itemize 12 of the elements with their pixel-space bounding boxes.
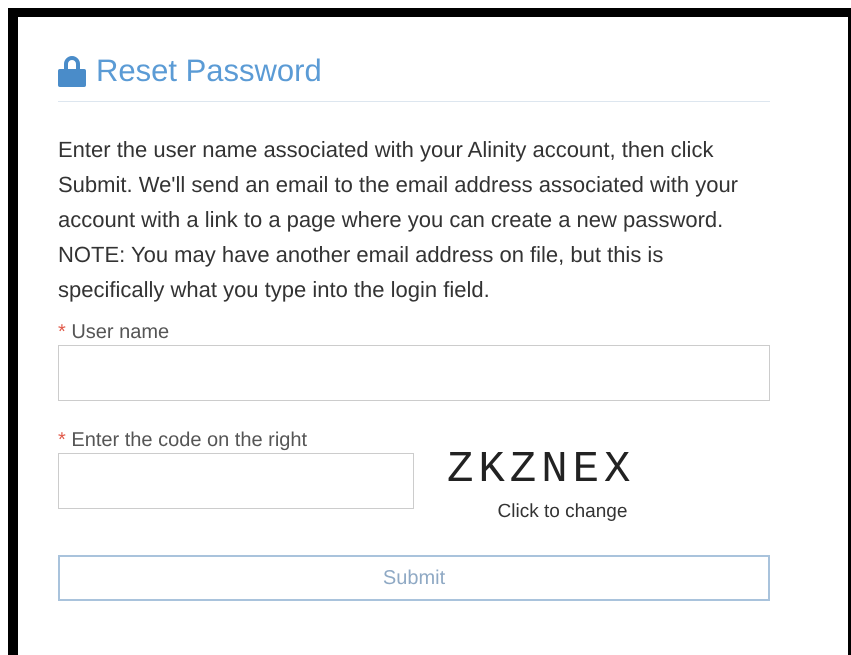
field-label: Enter the code on the right [71, 429, 308, 451]
username-field[interactable] [58, 345, 770, 401]
required-marker: * [58, 429, 66, 451]
lock-icon [58, 55, 86, 87]
change-code-link[interactable]: Click to change [498, 501, 628, 523]
instruction-text: NOTE: You may have another email address on file, but this is specifically what you type into the login field. [58, 241, 664, 304]
instruction-text: Enter the user name associated with your Alinity account, then click Submit. We'll send an email to the email address associated with your account with a link to a page where you can create a new password. [58, 136, 740, 234]
field-label: User name [71, 321, 170, 343]
required-marker: * [58, 321, 66, 343]
captcha-code[interactable]: ZKZNEX [447, 445, 636, 495]
code-field[interactable] [58, 453, 414, 509]
page-title: Reset Password [96, 53, 322, 89]
